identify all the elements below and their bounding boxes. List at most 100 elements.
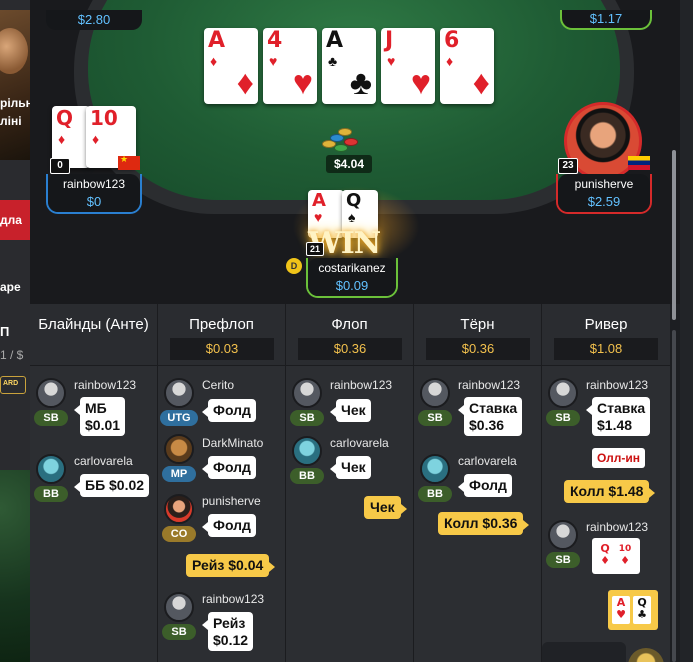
promo-text-6: 1 / $ <box>0 348 24 362</box>
dealer-button: D <box>286 258 302 274</box>
promo-text-1: рільн <box>0 96 30 110</box>
hero-card-2-suit: ♠ <box>348 209 356 225</box>
hero-shown-card-2: Q ♣ <box>633 596 651 624</box>
player-avatar <box>292 378 322 408</box>
player-name: carlovarela <box>330 436 389 450</box>
board-card-2-suit: ♥ <box>292 64 313 102</box>
blinds-column-header: Блайнды (Анте) <box>30 304 157 366</box>
position-badge-sb: SB <box>546 552 580 568</box>
hero-card-2-rank: Q <box>346 190 362 211</box>
action-bubble: Фолд <box>202 514 256 537</box>
blinds-column-title: Блайнды (Анте) <box>38 316 149 333</box>
partial-avatar <box>628 648 664 662</box>
flop-column-header: Флоп $0.36 <box>286 304 413 366</box>
hero-seat-count: 21 <box>306 242 324 256</box>
hero-seat-stack: $0.09 <box>308 276 396 296</box>
river-column-title: Ривер <box>584 316 628 333</box>
all-in-label: Олл-ин <box>592 448 646 468</box>
position-badge-bb: BB <box>290 468 324 484</box>
right-seat-stack: $2.59 <box>558 192 650 212</box>
action-line-2: $0.12 <box>213 632 249 648</box>
player-avatar <box>292 436 322 466</box>
player-avatar <box>164 378 194 408</box>
turn-column-header: Тёрн $0.36 <box>414 304 541 366</box>
promo-text-5: П <box>0 324 10 339</box>
hero-seat-name: costarikanez <box>308 258 396 278</box>
history-scroll-track[interactable] <box>672 330 676 662</box>
shown-card-1-suit: ♦ <box>600 554 610 567</box>
poker-client-window: рільн ліні дла аре П 1 / $ ARD $2.80 $1.… <box>0 0 693 662</box>
board-card-1-rank: A <box>208 28 226 53</box>
preflop-column-header: Префлоп $0.03 <box>158 304 285 366</box>
position-badge-bb: BB <box>418 486 452 502</box>
top-left-seat-stack: $2.80 <box>46 10 142 30</box>
action-bubble: Фолд <box>458 474 512 497</box>
shown-card-2: 10 ♦ <box>616 542 634 570</box>
player-name: carlovarela <box>458 454 517 468</box>
history-column-preflop: Префлоп $0.03 UTG Cerito Фолд MP DarkMin… <box>158 304 286 662</box>
player-name: carlovarela <box>74 454 133 468</box>
left-seat-card-2-suit: ♦ <box>92 131 100 147</box>
action-line-1: Рейз <box>213 615 246 631</box>
left-seat-count: 0 <box>50 158 70 174</box>
action-bubble: Фолд <box>202 399 256 422</box>
player-name: rainbow123 <box>74 378 137 392</box>
board-card-4-suit: ♥ <box>410 64 431 102</box>
history-column-river: Ривер $1.08 SB rainbow123 Ставка $1.48 О… <box>542 304 670 662</box>
hero-shown-card-1-suit: ♥ <box>616 608 626 621</box>
player-name: rainbow123 <box>330 378 393 392</box>
position-badge-utg: UTG <box>160 410 198 426</box>
hero-shown-card-2-suit: ♣ <box>637 608 647 621</box>
board-card-2-rank: 4 <box>267 28 283 53</box>
history-column-turn: Тёрн $0.36 SB rainbow123 Ставка $0.36 BB… <box>414 304 542 662</box>
chip-green <box>334 144 348 152</box>
venezuela-flag-icon <box>628 156 650 170</box>
action-line-2: $1.48 <box>597 417 633 433</box>
left-seat-name: rainbow123 <box>48 174 140 194</box>
hero-action-bubble: Колл $1.48 <box>564 480 656 503</box>
position-badge-sb: SB <box>162 624 196 640</box>
position-badge-sb: SB <box>546 410 580 426</box>
position-badge-sb: SB <box>34 410 68 426</box>
board-card-1-pip: ♦ <box>210 53 218 69</box>
action-bubble: Ставка $0.36 <box>457 397 523 436</box>
action-line-2: $0.36 <box>469 417 505 433</box>
position-badge-bb: BB <box>34 486 68 502</box>
background-page-strip: рільн ліні дла аре П 1 / $ ARD <box>0 0 30 662</box>
player-name: DarkMinato <box>202 436 264 450</box>
left-seat-card-1-suit: ♦ <box>58 131 66 147</box>
chip-gold-2 <box>338 128 352 136</box>
hero-action-bubble: Колл $0.36 <box>438 512 530 535</box>
promo-badge: ARD <box>0 376 26 394</box>
river-pot: $1.08 <box>554 338 658 360</box>
player-avatar <box>36 454 66 484</box>
right-seat-count: 23 <box>558 158 578 174</box>
promo-red-banner-label: дла <box>0 213 22 227</box>
hero-card-1-suit: ♥ <box>314 209 323 225</box>
player-name: rainbow123 <box>586 520 649 534</box>
board-card-3: A ♣ ♣ <box>322 28 376 104</box>
table-scroll-thumb[interactable] <box>672 150 676 320</box>
hero-card-1-rank: A <box>312 190 326 211</box>
player-avatar <box>164 434 194 464</box>
preflop-pot: $0.03 <box>170 338 274 360</box>
window-scrollbar[interactable] <box>680 0 693 662</box>
left-seat-stack: $0 <box>48 192 140 212</box>
pot-value: $4.04 <box>326 155 372 173</box>
promo-text-4: аре <box>0 280 21 294</box>
player-avatar <box>548 378 578 408</box>
position-badge-sb: SB <box>290 410 324 426</box>
promo-text-2: ліні <box>0 114 22 128</box>
turn-column-title: Тёрн <box>460 316 495 333</box>
right-seat-name: punisherve <box>558 174 650 194</box>
board-card-5-suit: ♦ <box>472 64 490 102</box>
action-bubble: Ставка $1.48 <box>585 397 651 436</box>
board-card-2-pip: ♥ <box>269 53 278 69</box>
promo-red-banner[interactable]: дла <box>0 200 30 240</box>
promo-photo <box>0 10 30 160</box>
board-card-4-rank: J <box>385 28 394 53</box>
turn-pot: $0.36 <box>426 338 530 360</box>
action-line-1: Ставка <box>469 400 518 416</box>
background-table-felt <box>0 470 30 662</box>
action-bubble: МБ $0.01 <box>73 397 126 436</box>
